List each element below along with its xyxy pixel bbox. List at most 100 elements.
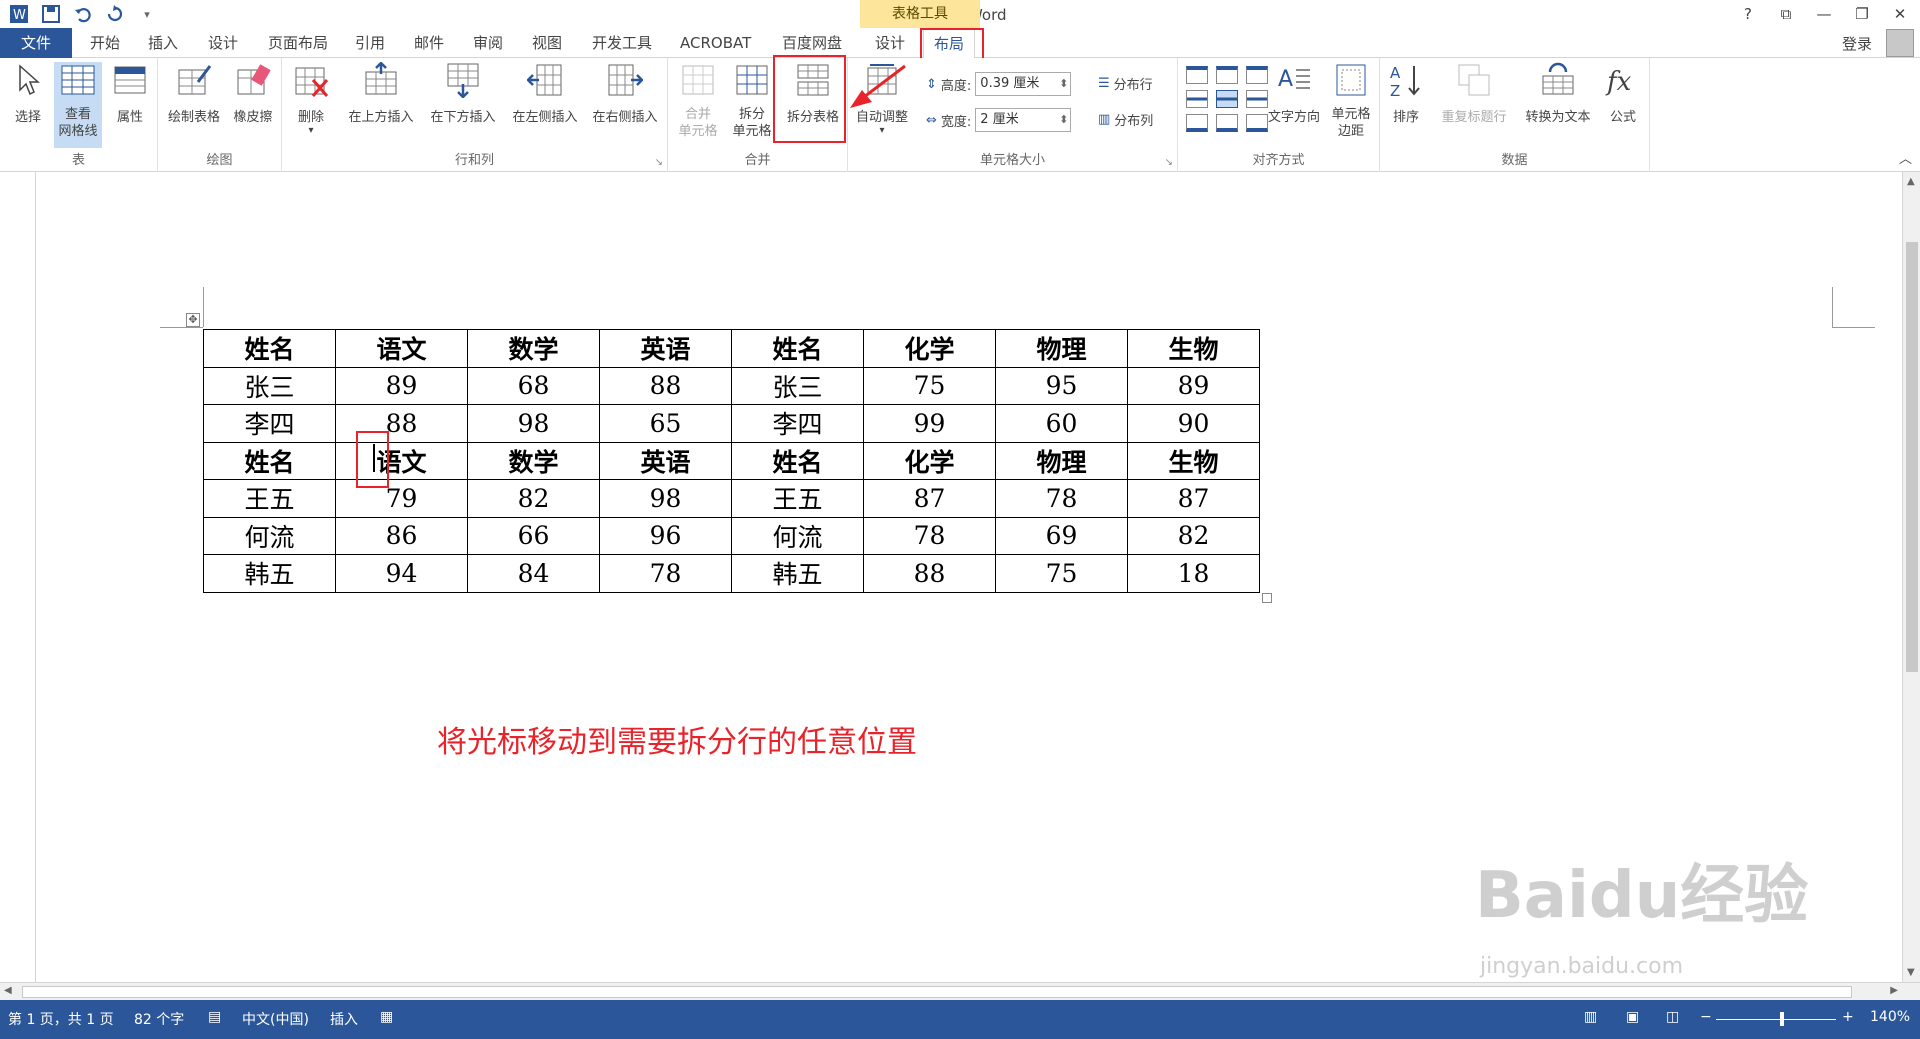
align-top-center-icon[interactable]: [1216, 66, 1238, 84]
tab-baidu-netdisk[interactable]: 百度网盘: [772, 28, 852, 58]
repeat-header-rows-button[interactable]: 重复标题行: [1434, 62, 1514, 125]
horizontal-scrollbar[interactable]: ◀ ▶: [0, 982, 1920, 1000]
minimize-icon[interactable]: —: [1812, 2, 1836, 26]
table-cell[interactable]: 物理: [995, 329, 1128, 368]
zoom-slider[interactable]: [1716, 1019, 1836, 1020]
scroll-left-icon[interactable]: ◀: [4, 985, 12, 996]
table-cell[interactable]: 99: [863, 404, 996, 443]
table-cell[interactable]: 生物: [1127, 441, 1260, 480]
word-count[interactable]: 82 个字: [134, 1009, 184, 1029]
align-bottom-left-icon[interactable]: [1186, 114, 1208, 132]
table-cell[interactable]: 18: [1127, 554, 1260, 593]
table-cell[interactable]: 姓名: [203, 329, 336, 368]
tab-mailings[interactable]: 邮件: [404, 28, 454, 58]
table-cell[interactable]: 88: [599, 366, 732, 405]
delete-button[interactable]: 删除 ▾: [286, 62, 336, 136]
proofing-icon[interactable]: ▤: [208, 1009, 221, 1025]
table-cell[interactable]: 78: [599, 554, 732, 593]
table-cell[interactable]: 98: [467, 404, 600, 443]
insert-left-button[interactable]: 在左侧插入: [506, 62, 584, 125]
table-cell[interactable]: 65: [599, 404, 732, 443]
table-cell[interactable]: 韩五: [731, 554, 864, 593]
table-cell[interactable]: 英语: [599, 441, 732, 480]
vertical-scrollbar[interactable]: ▲ ▼: [1902, 172, 1920, 982]
scroll-right-icon[interactable]: ▶: [1890, 985, 1898, 996]
table-cell[interactable]: 89: [1127, 366, 1260, 405]
table-cell[interactable]: 姓名: [203, 441, 336, 480]
tab-file[interactable]: 文件: [0, 28, 72, 58]
distribute-rows-button[interactable]: ☰ 分布行: [1098, 74, 1153, 93]
table-cell[interactable]: 68: [467, 366, 600, 405]
tab-table-design[interactable]: 设计: [865, 28, 915, 58]
table-cell[interactable]: 李四: [203, 404, 336, 443]
table-cell[interactable]: 化学: [863, 329, 996, 368]
collapse-ribbon-icon[interactable]: ︿: [1899, 148, 1912, 167]
dialog-launcher-icon[interactable]: ↘: [655, 157, 663, 168]
print-layout-icon[interactable]: ▣: [1626, 1009, 1639, 1025]
macro-record-icon[interactable]: ▦: [380, 1009, 393, 1025]
sort-button[interactable]: AZ 排序: [1384, 62, 1428, 125]
table-resize-handle[interactable]: [1262, 593, 1272, 603]
cell-margins-button[interactable]: 单元格 边距: [1324, 62, 1378, 140]
insert-above-button[interactable]: 在上方插入: [342, 61, 420, 125]
table-cell[interactable]: 98: [599, 479, 732, 518]
document-area[interactable]: ✥ 姓名 语文 数学 英语 姓名 化学 物理 生物 张三 89 68 88 张三 75 95 89 李四 88 98…: [0, 172, 1920, 982]
table-cell[interactable]: 数学: [467, 329, 600, 368]
insert-right-button[interactable]: 在右侧插入: [586, 62, 664, 125]
tab-insert[interactable]: 插入: [138, 28, 188, 58]
distribute-columns-button[interactable]: ▥ 分布列: [1098, 110, 1153, 129]
table-cell[interactable]: 94: [335, 554, 468, 593]
table-cell[interactable]: 90: [1127, 404, 1260, 443]
vertical-scroll-thumb[interactable]: [1906, 242, 1918, 672]
zoom-in-icon[interactable]: +: [1842, 1009, 1854, 1025]
help-icon[interactable]: ?: [1736, 2, 1760, 26]
tab-view[interactable]: 视图: [522, 28, 572, 58]
table-cell[interactable]: 82: [467, 479, 600, 518]
table-cell[interactable]: 物理: [995, 441, 1128, 480]
align-middle-center-icon[interactable]: [1216, 90, 1238, 108]
tab-home[interactable]: 开始: [80, 28, 130, 58]
draw-table-button[interactable]: 绘制表格: [164, 62, 224, 125]
table-cell[interactable]: 何流: [731, 516, 864, 555]
table-cell[interactable]: 化学: [863, 441, 996, 480]
tab-page-layout[interactable]: 页面布局: [258, 28, 338, 58]
align-bottom-center-icon[interactable]: [1216, 114, 1238, 132]
table-cell[interactable]: 87: [1127, 479, 1260, 518]
table-cell[interactable]: 78: [863, 516, 996, 555]
zoom-out-icon[interactable]: −: [1700, 1009, 1712, 1025]
tab-references[interactable]: 引用: [345, 28, 395, 58]
table-cell[interactable]: 数学: [467, 441, 600, 480]
insert-mode-indicator[interactable]: 插入: [330, 1009, 358, 1029]
table-cell[interactable]: 英语: [599, 329, 732, 368]
login-link[interactable]: 登录: [1842, 33, 1872, 54]
select-button[interactable]: 选择: [6, 62, 50, 125]
split-cells-button[interactable]: 拆分 单元格: [726, 62, 778, 140]
tab-acrobat[interactable]: ACROBAT: [670, 28, 761, 58]
table-cell[interactable]: 生物: [1127, 329, 1260, 368]
zoom-slider-thumb[interactable]: [1780, 1012, 1784, 1026]
table-cell[interactable]: 96: [599, 516, 732, 555]
table-cell[interactable]: 66: [467, 516, 600, 555]
view-gridlines-button[interactable]: 查看 网格线: [54, 62, 102, 148]
table-cell[interactable]: 王五: [731, 479, 864, 518]
table-cell[interactable]: 75: [863, 366, 996, 405]
convert-to-text-button[interactable]: 转换为文本: [1518, 62, 1598, 125]
scroll-up-icon[interactable]: ▲: [1907, 176, 1915, 187]
table-cell[interactable]: 86: [335, 516, 468, 555]
language-indicator[interactable]: 中文(中国): [242, 1009, 309, 1029]
table-cell[interactable]: 84: [467, 554, 600, 593]
align-top-left-icon[interactable]: [1186, 66, 1208, 84]
scroll-down-icon[interactable]: ▼: [1907, 967, 1915, 978]
table-cell[interactable]: 张三: [731, 366, 864, 405]
tab-design[interactable]: 设计: [198, 28, 248, 58]
formula-button[interactable]: fx 公式: [1600, 62, 1646, 125]
zoom-level[interactable]: 140%: [1870, 1009, 1910, 1025]
table-cell[interactable]: 李四: [731, 404, 864, 443]
table-cell[interactable]: 何流: [203, 516, 336, 555]
read-mode-icon[interactable]: ▥: [1584, 1009, 1597, 1025]
table-cell[interactable]: 语文: [335, 329, 468, 368]
eraser-button[interactable]: 橡皮擦: [228, 62, 278, 125]
column-width-input[interactable]: 2 厘米: [975, 108, 1072, 132]
cell-size-dialog-launcher-icon[interactable]: ↘: [1165, 157, 1173, 168]
table-move-handle-icon[interactable]: ✥: [186, 313, 200, 327]
